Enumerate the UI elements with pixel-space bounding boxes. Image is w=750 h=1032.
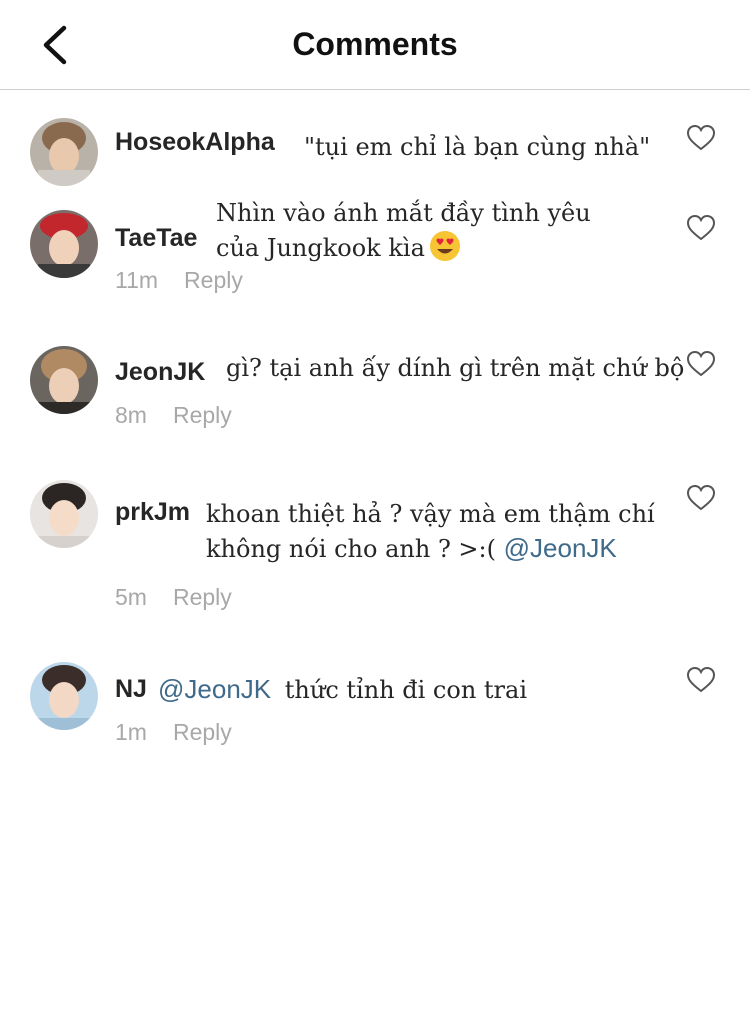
- like-button[interactable]: [686, 666, 716, 694]
- heart-outline-icon: [686, 484, 716, 511]
- comment-text: khoan thiệt hả ? vậy mà em thậm chí khôn…: [206, 497, 655, 566]
- comment-time: 11m: [115, 267, 159, 293]
- avatar[interactable]: [30, 210, 98, 278]
- header-bar: Comments: [0, 0, 750, 90]
- comment-text: gì? tại anh ấy dính gì trên mặt chứ bộ: [226, 354, 685, 382]
- avatar[interactable]: [30, 480, 98, 548]
- heart-outline-icon: [686, 214, 716, 241]
- page-title: Comments: [292, 26, 458, 62]
- comment-username[interactable]: JeonJK: [115, 358, 205, 387]
- comment-meta: 5m Reply: [115, 584, 232, 611]
- comment-meta: 11m Reply: [115, 267, 243, 294]
- comment-text-line-2: của Jungkook kìa: [216, 230, 591, 265]
- reply-button[interactable]: Reply: [173, 402, 232, 428]
- heart-outline-icon: [686, 350, 716, 377]
- avatar[interactable]: [30, 346, 98, 414]
- heart-eyes-emoji-icon: [429, 231, 460, 261]
- comment-time: 5m: [115, 584, 147, 610]
- reply-button[interactable]: Reply: [173, 584, 232, 610]
- reply-button[interactable]: Reply: [173, 719, 232, 745]
- mention-link[interactable]: @JeonJK: [504, 533, 617, 563]
- comment-text: "tụi em chỉ là bạn cùng nhà": [304, 133, 651, 161]
- mention-link[interactable]: @JeonJK: [158, 674, 271, 704]
- like-button[interactable]: [686, 124, 716, 152]
- heart-outline-icon: [686, 666, 716, 693]
- comment-text: @JeonJK thức tỉnh đi con trai: [158, 674, 528, 704]
- comment-text-line: Nhìn vào ánh mắt đầy tình yêu: [216, 199, 591, 227]
- comment-text-line-2: không nói cho anh ? >:( @JeonJK: [206, 533, 617, 563]
- comment-meta: 1m Reply: [115, 719, 232, 746]
- comment-meta: 8m Reply: [115, 402, 232, 429]
- comment-text: Nhìn vào ánh mắt đầy tình yêu của Jungko…: [216, 196, 591, 265]
- comment-time: 1m: [115, 719, 147, 745]
- like-button[interactable]: [686, 214, 716, 242]
- reply-button[interactable]: Reply: [184, 267, 243, 293]
- comment-username[interactable]: HoseokAlpha: [115, 128, 275, 157]
- comment-text-line: khoan thiệt hả ? vậy mà em thậm chí: [206, 500, 655, 528]
- comment-username[interactable]: NJ: [115, 675, 147, 704]
- heart-outline-icon: [686, 124, 716, 151]
- comment-time: 8m: [115, 402, 147, 428]
- comment-username[interactable]: TaeTae: [115, 224, 197, 253]
- comment-username[interactable]: prkJm: [115, 498, 190, 527]
- avatar[interactable]: [30, 662, 98, 730]
- like-button[interactable]: [686, 350, 716, 378]
- like-button[interactable]: [686, 484, 716, 512]
- avatar[interactable]: [30, 118, 98, 186]
